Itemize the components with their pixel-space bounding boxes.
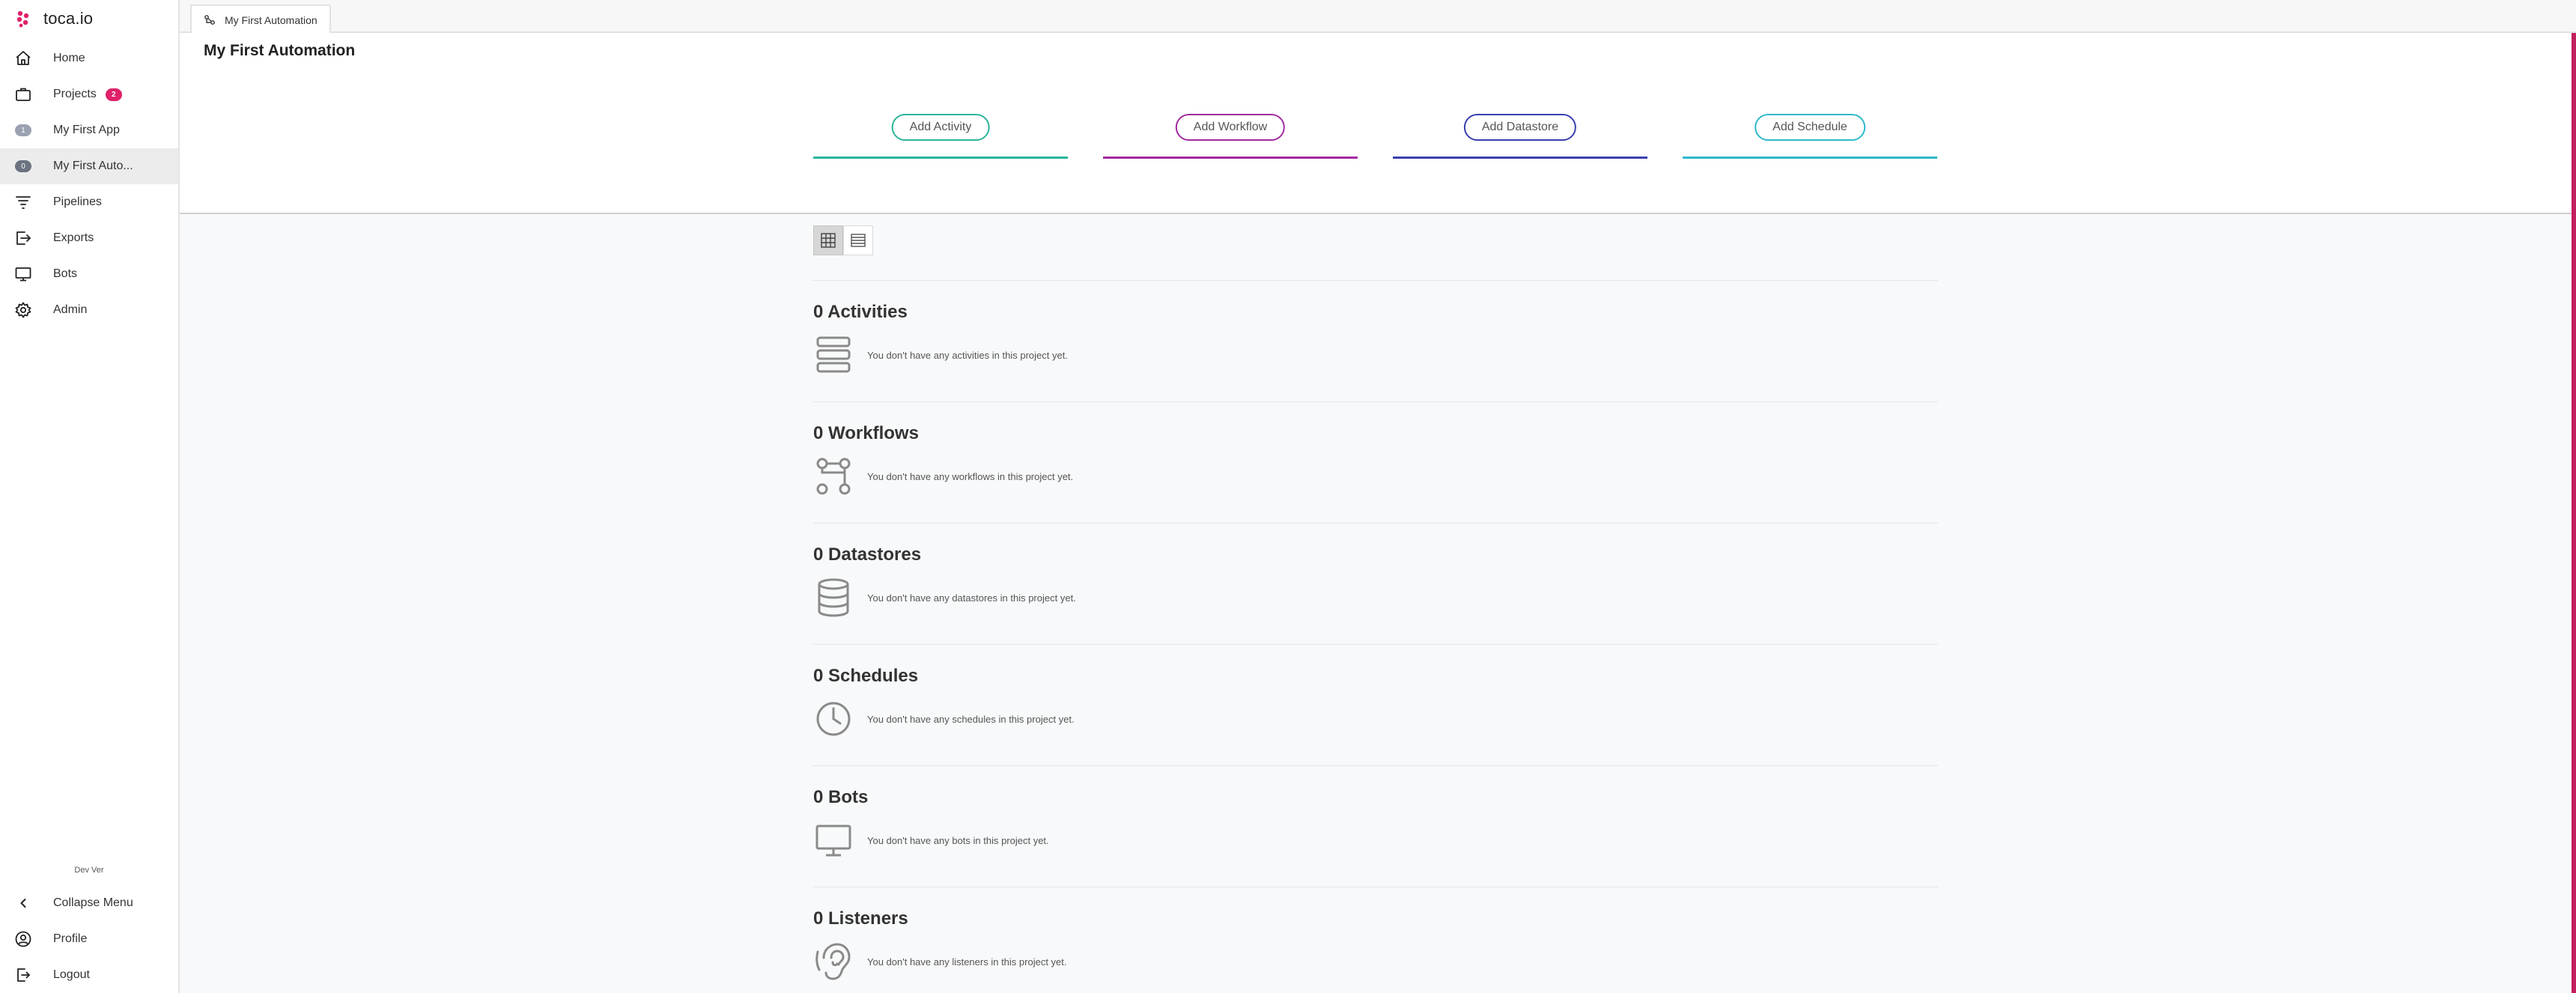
empty-message: You don't have any bots in this project … <box>867 835 1049 846</box>
collapse-menu-button[interactable]: Collapse Menu <box>0 885 178 921</box>
add-activity-button[interactable]: Add Activity <box>891 114 990 141</box>
briefcase-icon <box>13 85 33 104</box>
workflow-accent-line <box>1103 157 1358 159</box>
view-toggle <box>813 225 873 255</box>
add-workflow-column: Add Workflow <box>1103 114 1358 159</box>
home-icon <box>13 49 33 68</box>
monitor-icon <box>13 264 33 284</box>
sidebar: toca.io Home Projects 2 1 My First App 0 <box>0 0 180 993</box>
workflow-nodes-icon <box>815 456 852 496</box>
ear-icon <box>815 941 852 982</box>
add-datastore-button[interactable]: Add Datastore <box>1463 114 1577 141</box>
sidebar-bottom-nav: Collapse Menu Profile Logout <box>0 885 178 993</box>
schedule-accent-line <box>1683 157 1937 159</box>
logout-icon <box>13 965 33 985</box>
automation-number-pill: 0 <box>15 160 31 172</box>
schedules-section: 0 Schedules You don't have any schedules… <box>813 644 1938 765</box>
page-title: My First Automation <box>204 42 356 59</box>
app-number-icon: 1 <box>13 121 33 140</box>
add-schedule-button[interactable]: Add Schedule <box>1755 114 1865 141</box>
sidebar-item-label: Exports <box>53 231 94 244</box>
sidebar-item-label: My First App <box>53 124 120 136</box>
monitor-icon <box>815 820 852 860</box>
logout-label: Logout <box>53 968 90 981</box>
section-title: 0 Activities <box>813 302 908 322</box>
page-scrollbar[interactable] <box>2572 33 2576 993</box>
sidebar-item-exports[interactable]: Exports <box>0 220 178 256</box>
app-number-pill: 1 <box>15 124 31 136</box>
header-panel: My First Automation Add Activity Add Wor… <box>180 33 2572 214</box>
section-title: 0 Workflows <box>813 423 919 443</box>
collapse-menu-label: Collapse Menu <box>53 896 133 909</box>
sidebar-item-label: Projects <box>53 88 97 100</box>
filter-icon <box>13 192 33 212</box>
scrollbar-thumb[interactable] <box>2572 33 2576 993</box>
sidebar-item-admin[interactable]: Admin <box>0 292 178 328</box>
listeners-section: 0 Listeners You don't have any listeners… <box>813 887 1938 993</box>
sidebar-item-label: Home <box>53 52 85 64</box>
version-label: Dev Ver <box>74 866 104 875</box>
empty-message: You don't have any datastores in this pr… <box>867 592 1076 604</box>
gear-icon <box>13 300 33 320</box>
tab-bar: My First Automation <box>180 0 2576 34</box>
section-title: 0 Listeners <box>813 908 908 929</box>
empty-message: You don't have any workflows in this pro… <box>867 471 1074 482</box>
empty-message: You don't have any listeners in this pro… <box>867 956 1067 968</box>
profile-label: Profile <box>53 932 88 945</box>
tab-my-first-automation[interactable]: My First Automation <box>190 4 331 34</box>
automation-icon <box>204 15 215 25</box>
clock-icon <box>815 699 852 739</box>
sidebar-item-projects[interactable]: Projects 2 <box>0 76 178 112</box>
sidebar-item-bots[interactable]: Bots <box>0 256 178 292</box>
add-workflow-button[interactable]: Add Workflow <box>1175 114 1286 141</box>
datastores-section: 0 Datastores You don't have any datastor… <box>813 523 1938 644</box>
export-icon <box>13 228 33 248</box>
sidebar-item-label: Pipelines <box>53 195 102 208</box>
section-title: 0 Bots <box>813 787 869 807</box>
section-title: 0 Datastores <box>813 544 922 565</box>
list-view-button[interactable] <box>843 225 873 255</box>
main-content: 0 Activities You don't have any activiti… <box>180 214 2572 993</box>
automation-number-icon: 0 <box>13 157 33 176</box>
sidebar-item-my-first-automation[interactable]: 0 My First Auto... <box>0 148 178 184</box>
add-activity-column: Add Activity <box>813 114 1068 159</box>
add-datastore-column: Add Datastore <box>1393 114 1647 159</box>
tab-label: My First Automation <box>225 14 318 26</box>
grid-view-button[interactable] <box>813 225 843 255</box>
sidebar-item-label: My First Auto... <box>53 160 133 172</box>
brand-name: toca.io <box>43 9 94 28</box>
database-icon <box>815 577 852 618</box>
toca-logo-icon <box>16 10 29 28</box>
empty-message: You don't have any activities in this pr… <box>867 350 1068 361</box>
activities-stack-icon <box>815 335 852 375</box>
datastore-accent-line <box>1393 157 1647 159</box>
sidebar-item-pipelines[interactable]: Pipelines <box>0 184 178 220</box>
profile-button[interactable]: Profile <box>0 921 178 957</box>
sidebar-item-label: Bots <box>53 267 78 280</box>
logout-button[interactable]: Logout <box>0 957 178 993</box>
section-title: 0 Schedules <box>813 666 919 686</box>
bots-section: 0 Bots You don't have any bots in this p… <box>813 765 1938 887</box>
sidebar-nav: Home Projects 2 1 My First App 0 My Firs… <box>0 40 178 328</box>
add-schedule-column: Add Schedule <box>1683 114 1937 159</box>
brand[interactable]: toca.io <box>13 6 93 31</box>
activities-section: 0 Activities You don't have any activiti… <box>813 280 1938 401</box>
activity-accent-line <box>813 157 1068 159</box>
workflows-section: 0 Workflows You don't have any workflows… <box>813 401 1938 523</box>
user-circle-icon <box>13 929 33 949</box>
projects-count-badge: 2 <box>105 88 122 101</box>
chevron-left-icon <box>13 893 33 913</box>
sidebar-item-home[interactable]: Home <box>0 40 178 76</box>
sidebar-item-my-first-app[interactable]: 1 My First App <box>0 112 178 148</box>
sidebar-item-label: Admin <box>53 303 88 316</box>
grid-icon <box>821 233 836 248</box>
list-icon <box>851 234 866 247</box>
empty-message: You don't have any schedules in this pro… <box>867 714 1075 725</box>
